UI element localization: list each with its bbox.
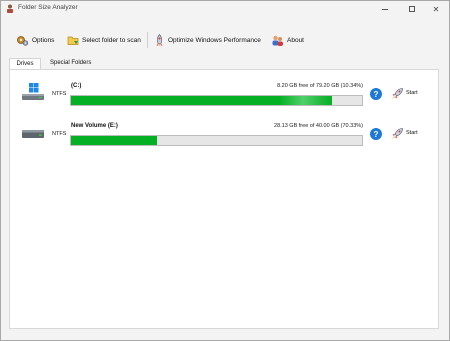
app-window: Folder Size Analyzer ✕ Options Select fo…	[0, 0, 450, 341]
app-icon	[7, 4, 13, 13]
drives-panel: NTFS (C:) 8.20 GB free of 79.20 GB (10.3…	[9, 69, 439, 329]
window-title: Folder Size Analyzer	[18, 4, 78, 11]
help-icon[interactable]: ?	[370, 128, 382, 140]
drive-free-space: 28.13 GB free of 40.00 GB (70.33%)	[274, 123, 363, 129]
start-label: Start	[406, 130, 418, 136]
drive-free-space: 8.20 GB free of 79.20 GB (10.34%)	[277, 83, 363, 89]
usage-bar-fill	[71, 96, 332, 105]
close-icon: ✕	[432, 4, 440, 14]
minimize-button[interactable]	[374, 1, 396, 17]
usage-bar	[70, 135, 363, 146]
people-icon	[272, 35, 283, 46]
drive-row: NTFS New Volume (E:) 28.13 GB free of 40…	[10, 121, 438, 161]
drive-row: NTFS (C:) 8.20 GB free of 79.20 GB (10.3…	[10, 81, 438, 121]
toolbar-separator	[147, 32, 148, 48]
help-icon[interactable]: ?	[370, 88, 382, 100]
select-folder-label: Select folder to scan	[82, 36, 141, 44]
start-button[interactable]: Start	[391, 126, 418, 140]
usage-bar	[70, 95, 363, 106]
select-folder-button[interactable]: Select folder to scan	[67, 29, 141, 51]
rocket-icon	[392, 127, 403, 139]
usage-bar-fill	[71, 136, 158, 145]
filesystem-label: NTFS	[52, 131, 67, 137]
options-label: Options	[32, 36, 55, 44]
gear-icon	[17, 35, 29, 46]
folder-icon	[67, 36, 79, 45]
close-button[interactable]: ✕	[425, 1, 447, 17]
optimize-label: Optimize Windows Performance	[168, 36, 261, 44]
title-bar: Folder Size Analyzer ✕	[1, 1, 449, 17]
start-button[interactable]: Start	[391, 86, 418, 100]
minimize-icon	[382, 8, 388, 10]
hard-drive-icon	[22, 130, 44, 138]
windows-drive-icon	[22, 83, 44, 100]
start-label: Start	[406, 90, 418, 96]
options-button[interactable]: Options	[16, 29, 54, 51]
maximize-button[interactable]	[401, 1, 423, 17]
maximize-icon	[409, 6, 415, 12]
optimize-button[interactable]: Optimize Windows Performance	[154, 29, 261, 51]
toolbar: Options Select folder to scan Optimize W…	[1, 29, 449, 51]
rocket-icon	[392, 87, 403, 99]
drive-name: New Volume (E:)	[71, 123, 118, 129]
rocket-icon	[156, 33, 163, 46]
about-button[interactable]: About	[271, 29, 304, 51]
drive-name: (C:)	[71, 83, 82, 89]
filesystem-label: NTFS	[52, 91, 67, 97]
about-label: About	[287, 36, 304, 44]
